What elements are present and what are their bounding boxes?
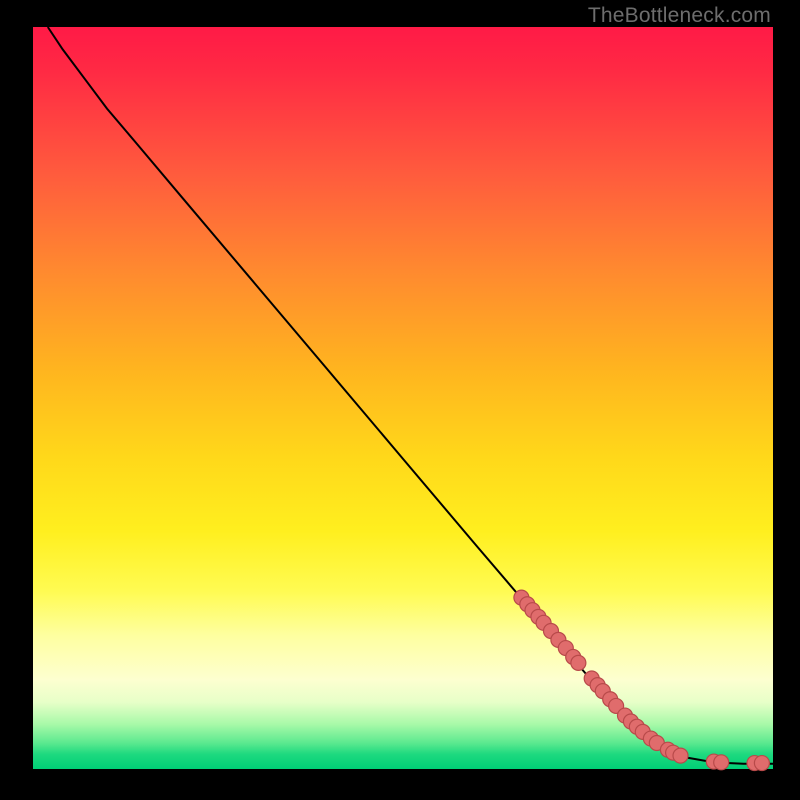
chart-frame: TheBottleneck.com bbox=[0, 0, 800, 800]
watermark-text: TheBottleneck.com bbox=[588, 4, 771, 28]
data-point bbox=[714, 755, 729, 770]
chart-curve bbox=[48, 27, 773, 764]
data-point bbox=[754, 756, 769, 771]
data-point bbox=[673, 748, 688, 763]
chart-overlay bbox=[33, 27, 773, 769]
data-point bbox=[571, 655, 586, 670]
chart-data-points bbox=[514, 590, 770, 770]
